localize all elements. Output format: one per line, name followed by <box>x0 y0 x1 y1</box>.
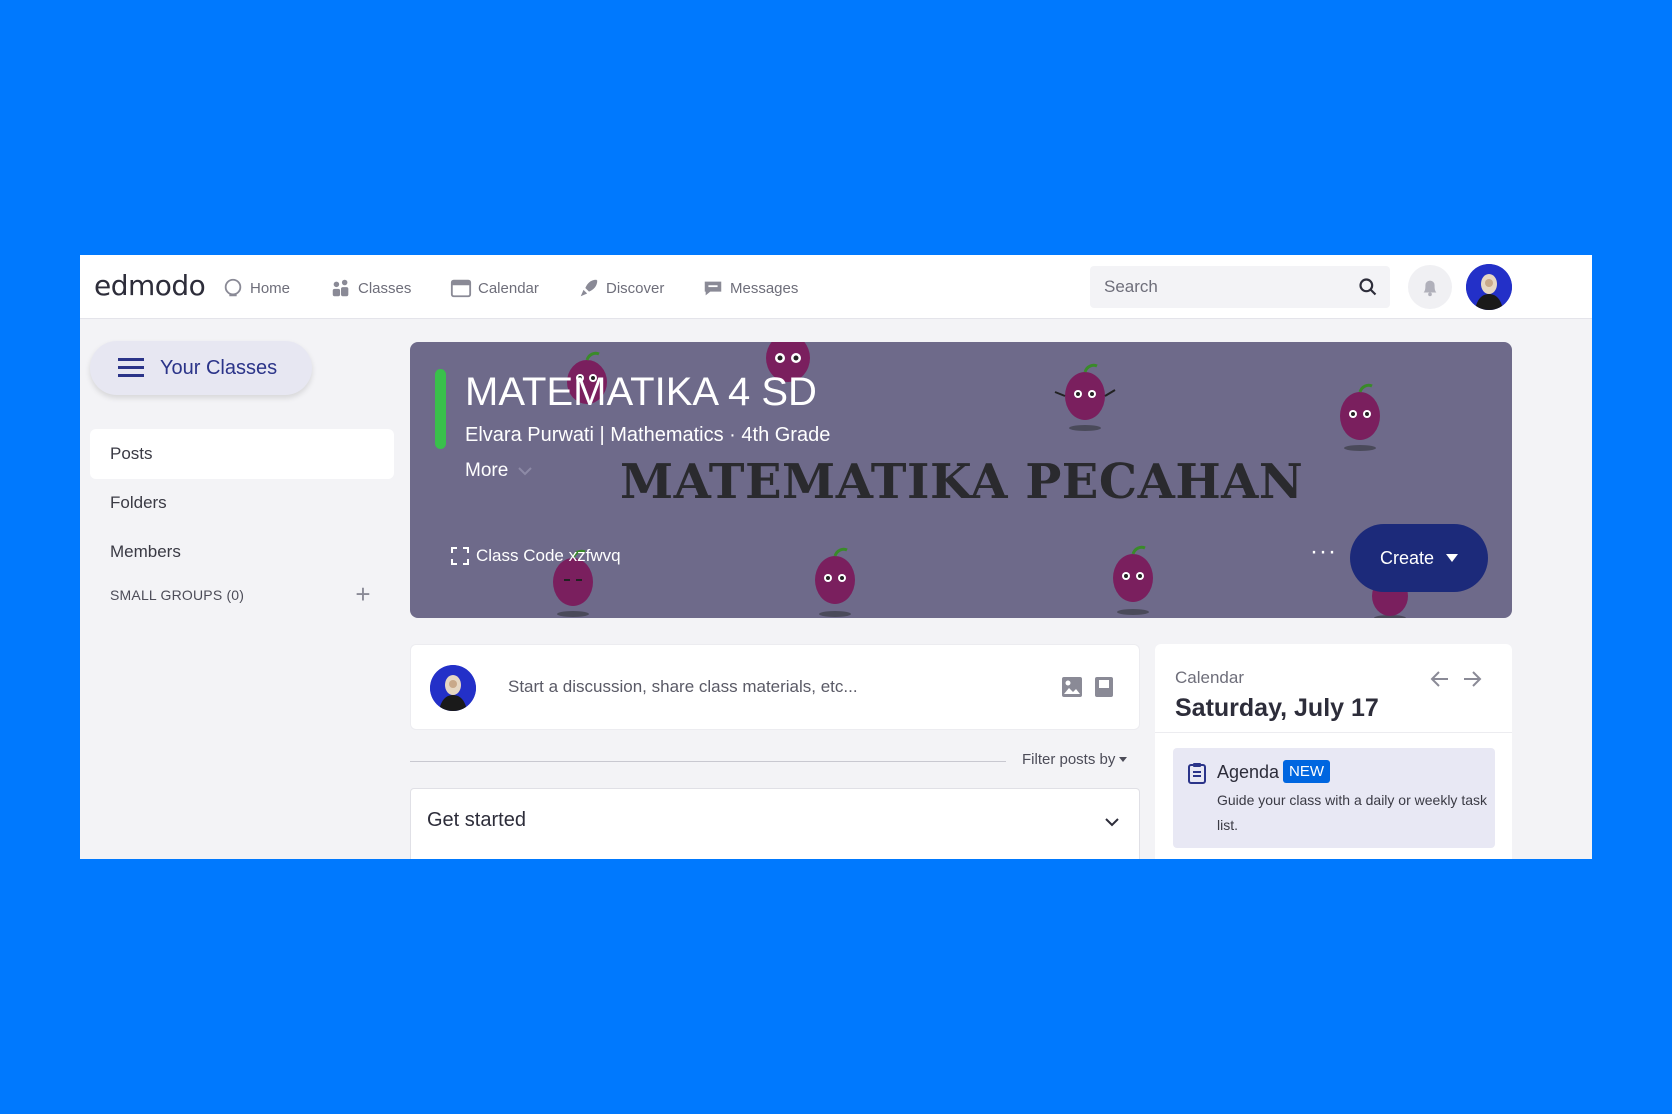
class-subtitle: Elvara Purwati | Mathematics · 4th Grade <box>465 424 831 446</box>
search-input[interactable] <box>1090 266 1390 308</box>
agenda-title: Agenda <box>1217 762 1280 782</box>
sidebar-item-label: Members <box>110 542 181 561</box>
class-title: MATEMATIKA 4 SD <box>465 370 817 414</box>
image-icon[interactable] <box>1061 676 1083 698</box>
nav-messages-label: Messages <box>730 279 799 297</box>
message-icon <box>704 281 722 296</box>
agenda-description: Guide your class with a daily or weekly … <box>1217 792 1487 833</box>
expand-icon <box>451 547 469 565</box>
class-code-label: Class Code xzfwvq <box>476 546 621 565</box>
plum-character-image <box>1113 545 1153 615</box>
class-color-bar <box>435 369 446 449</box>
nav-discover[interactable]: Discover <box>578 275 664 301</box>
home-icon <box>224 278 242 297</box>
plum-character-image <box>1054 363 1116 431</box>
calendar-divider <box>1155 732 1512 733</box>
add-small-group-button[interactable]: + <box>348 579 378 609</box>
agenda-card[interactable]: Agenda NEW Guide your class with a daily… <box>1173 748 1495 848</box>
caret-down-icon <box>1446 554 1459 562</box>
app-window: edmodo Home Classes Calendar Discover Me… <box>80 255 1592 859</box>
caret-down-icon <box>1119 757 1128 762</box>
more-options-button[interactable]: ··· <box>1310 538 1337 566</box>
chevron-down-icon <box>518 467 533 476</box>
more-label: More <box>465 460 509 481</box>
nav-classes-label: Classes <box>358 279 412 297</box>
plum-character-image <box>815 547 855 617</box>
bell-icon <box>1423 280 1437 297</box>
rocket-icon <box>580 279 598 297</box>
search-icon[interactable] <box>1358 277 1378 297</box>
clipboard-icon <box>1188 763 1206 784</box>
filter-label: Filter posts by <box>1022 751 1116 768</box>
composer-placeholder[interactable]: Start a discussion, share class material… <box>508 677 858 697</box>
nav-calendar-label: Calendar <box>478 279 539 297</box>
your-classes-label: Your Classes <box>160 356 278 379</box>
notifications-button[interactable] <box>1408 265 1452 309</box>
feed-divider <box>410 761 1006 762</box>
class-code-button[interactable]: Class Code xzfwvq <box>450 546 621 566</box>
filter-posts-dropdown[interactable]: Filter posts by <box>1022 751 1128 768</box>
classes-icon <box>332 279 349 297</box>
nav-home[interactable]: Home <box>222 275 290 301</box>
sidebar-item-members[interactable]: Members <box>90 527 394 577</box>
hamburger-menu-icon <box>118 358 144 377</box>
calendar-label: Calendar <box>1175 668 1244 687</box>
create-button[interactable]: Create <box>1350 524 1488 592</box>
nav-discover-label: Discover <box>606 279 665 297</box>
post-composer[interactable]: Start a discussion, share class material… <box>410 644 1140 730</box>
avatar <box>430 665 476 711</box>
user-avatar[interactable] <box>1466 264 1512 310</box>
sidebar-item-label: Posts <box>110 444 153 463</box>
avatar-picture <box>1466 264 1512 310</box>
class-banner: MATEMATIKA 4 SD Elvara Purwati | Mathema… <box>410 342 1512 618</box>
nav-classes[interactable]: Classes <box>330 275 411 301</box>
your-classes-button[interactable]: Your Classes <box>90 341 312 395</box>
plum-character-image <box>1340 383 1380 451</box>
arrow-left-icon[interactable] <box>1429 668 1451 690</box>
sidebar-item-folders[interactable]: Folders <box>90 478 394 528</box>
sidebar-item-label: Folders <box>110 493 167 512</box>
banner-art-title: MATEMATIKA PECAHAN <box>620 454 1304 510</box>
nav-calendar[interactable]: Calendar <box>450 275 539 301</box>
small-groups-label: SMALL GROUPS (0) <box>110 587 245 603</box>
nav-home-label: Home <box>250 279 291 297</box>
file-icon[interactable] <box>1093 676 1115 698</box>
calendar-card: Calendar Saturday, July 17 Agenda NEW Gu… <box>1155 644 1512 859</box>
calendar-date: Saturday, July 17 <box>1175 694 1379 722</box>
calendar-icon <box>450 279 472 298</box>
more-dropdown[interactable]: More <box>465 460 533 482</box>
sidebar-item-posts[interactable]: Posts <box>90 429 394 479</box>
new-badge: NEW <box>1283 760 1330 783</box>
create-label: Create <box>1379 547 1435 568</box>
arrow-right-icon[interactable] <box>1461 668 1483 690</box>
chevron-down-icon[interactable] <box>1103 813 1121 831</box>
edmodo-logo[interactable]: edmodo <box>94 269 206 302</box>
avatar-picture <box>430 665 476 711</box>
nav-messages[interactable]: Messages <box>702 275 798 301</box>
get-started-label: Get started <box>427 809 526 831</box>
get-started-panel[interactable]: Get started <box>410 788 1140 859</box>
top-navbar: edmodo Home Classes Calendar Discover Me… <box>80 255 1592 319</box>
